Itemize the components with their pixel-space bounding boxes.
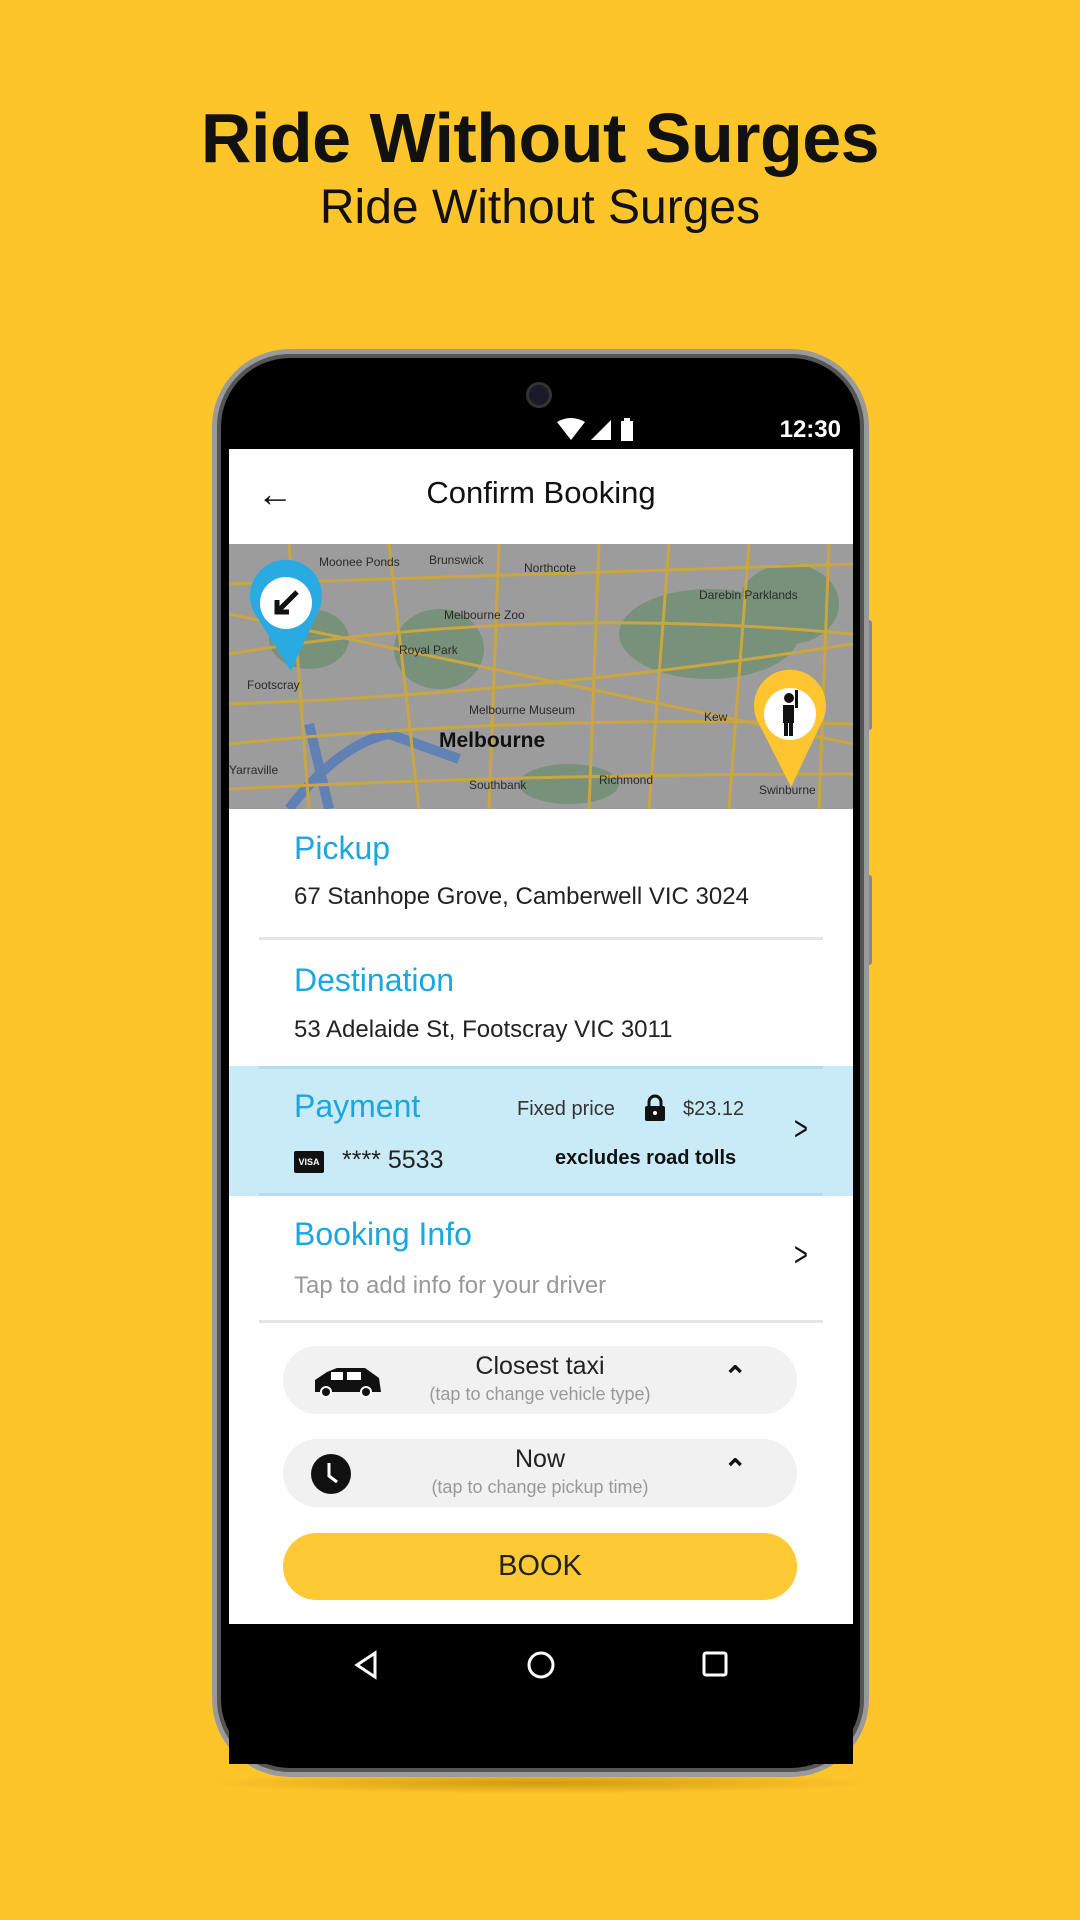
destination-address: 53 Adelaide St, Footscray VIC 3011 bbox=[294, 1016, 673, 1043]
status-bar: 12:30 bbox=[229, 412, 853, 449]
page-title: Confirm Booking bbox=[426, 475, 656, 510]
chevron-up-icon[interactable]: ⌃ bbox=[724, 1360, 747, 1393]
toll-note: excludes road tolls bbox=[555, 1147, 737, 1169]
map-label: Richmond bbox=[599, 773, 653, 787]
chevron-right-icon[interactable]: > bbox=[794, 1236, 808, 1275]
map-label: Footscray bbox=[247, 678, 300, 692]
vehicle-type-selector[interactable]: Closest taxi (tap to change vehicle type… bbox=[283, 1346, 797, 1414]
map-label: Yarraville bbox=[229, 763, 278, 777]
signal-icon bbox=[591, 420, 611, 440]
visa-icon: VISA bbox=[294, 1151, 324, 1173]
payment-section[interactable]: Payment Fixed price $23.12 VISA **** 553… bbox=[229, 1066, 853, 1196]
home-circle-icon[interactable] bbox=[526, 1650, 556, 1680]
payment-label: Payment bbox=[294, 1088, 421, 1124]
lock-icon bbox=[645, 1094, 665, 1121]
destination-section[interactable]: Destination 53 Adelaide St, Footscray VI… bbox=[229, 939, 853, 1066]
map-label: Swinburne bbox=[759, 783, 816, 797]
booking-info-hint: Tap to add info for your driver bbox=[294, 1272, 607, 1299]
price-type: Fixed price bbox=[517, 1098, 615, 1120]
camera-icon bbox=[526, 382, 552, 408]
wifi-icon bbox=[557, 418, 585, 440]
route-map[interactable]: Moonee Ponds Brunswick Northcote Darebin… bbox=[229, 544, 853, 809]
pickup-address: 67 Stanhope Grove, Camberwell VIC 3024 bbox=[294, 883, 749, 910]
pickup-label: Pickup bbox=[294, 830, 391, 866]
map-label: Melbourne Museum bbox=[469, 703, 575, 717]
status-icons bbox=[557, 418, 633, 441]
vehicle-title: Closest taxi bbox=[475, 1352, 605, 1380]
app-screen: ← Confirm Booking Moonee Ponds Brunswick… bbox=[229, 449, 853, 1624]
recents-square-icon[interactable] bbox=[701, 1650, 729, 1678]
time-title: Now bbox=[514, 1445, 565, 1473]
vehicle-hint: (tap to change vehicle type) bbox=[429, 1384, 651, 1404]
card-number: **** 5533 bbox=[342, 1146, 444, 1174]
promo-subline: Ride Without Surges bbox=[319, 181, 761, 234]
booking-info-label: Booking Info bbox=[294, 1216, 472, 1252]
pickup-time-selector[interactable]: Now (tap to change pickup time) ⌃ bbox=[283, 1439, 797, 1507]
android-nav-bar bbox=[229, 1624, 853, 1764]
status-time: 12:30 bbox=[779, 416, 841, 443]
map-label: Kew bbox=[704, 710, 728, 724]
back-triangle-icon[interactable] bbox=[353, 1650, 381, 1680]
book-button[interactable]: BOOK bbox=[283, 1533, 797, 1600]
map-label: Moonee Ponds bbox=[319, 555, 400, 569]
map-label: Brunswick bbox=[429, 553, 485, 567]
promo-headline: Ride Without Surges bbox=[200, 99, 880, 177]
battery-icon bbox=[621, 421, 633, 441]
chevron-up-icon[interactable]: ⌃ bbox=[724, 1453, 747, 1486]
map-label: Melbourne bbox=[439, 729, 545, 752]
app-bar: ← Confirm Booking bbox=[229, 449, 853, 544]
destination-label: Destination bbox=[294, 962, 455, 998]
price: $23.12 bbox=[683, 1098, 745, 1120]
time-hint: (tap to change pickup time) bbox=[431, 1477, 649, 1497]
divider bbox=[259, 1320, 823, 1323]
booking-info-section[interactable]: Booking Info Tap to add info for your dr… bbox=[229, 1196, 853, 1323]
divider bbox=[259, 1066, 823, 1069]
map-label: Melbourne Zoo bbox=[444, 608, 525, 622]
chevron-right-icon[interactable]: > bbox=[794, 1110, 808, 1149]
map-label: Northcote bbox=[524, 561, 576, 575]
map-label: Royal Park bbox=[399, 643, 459, 657]
map-label: Darebin Parklands bbox=[699, 588, 798, 602]
pickup-section[interactable]: Pickup 67 Stanhope Grove, Camberwell VIC… bbox=[229, 809, 853, 940]
map-label: Southbank bbox=[469, 778, 527, 792]
